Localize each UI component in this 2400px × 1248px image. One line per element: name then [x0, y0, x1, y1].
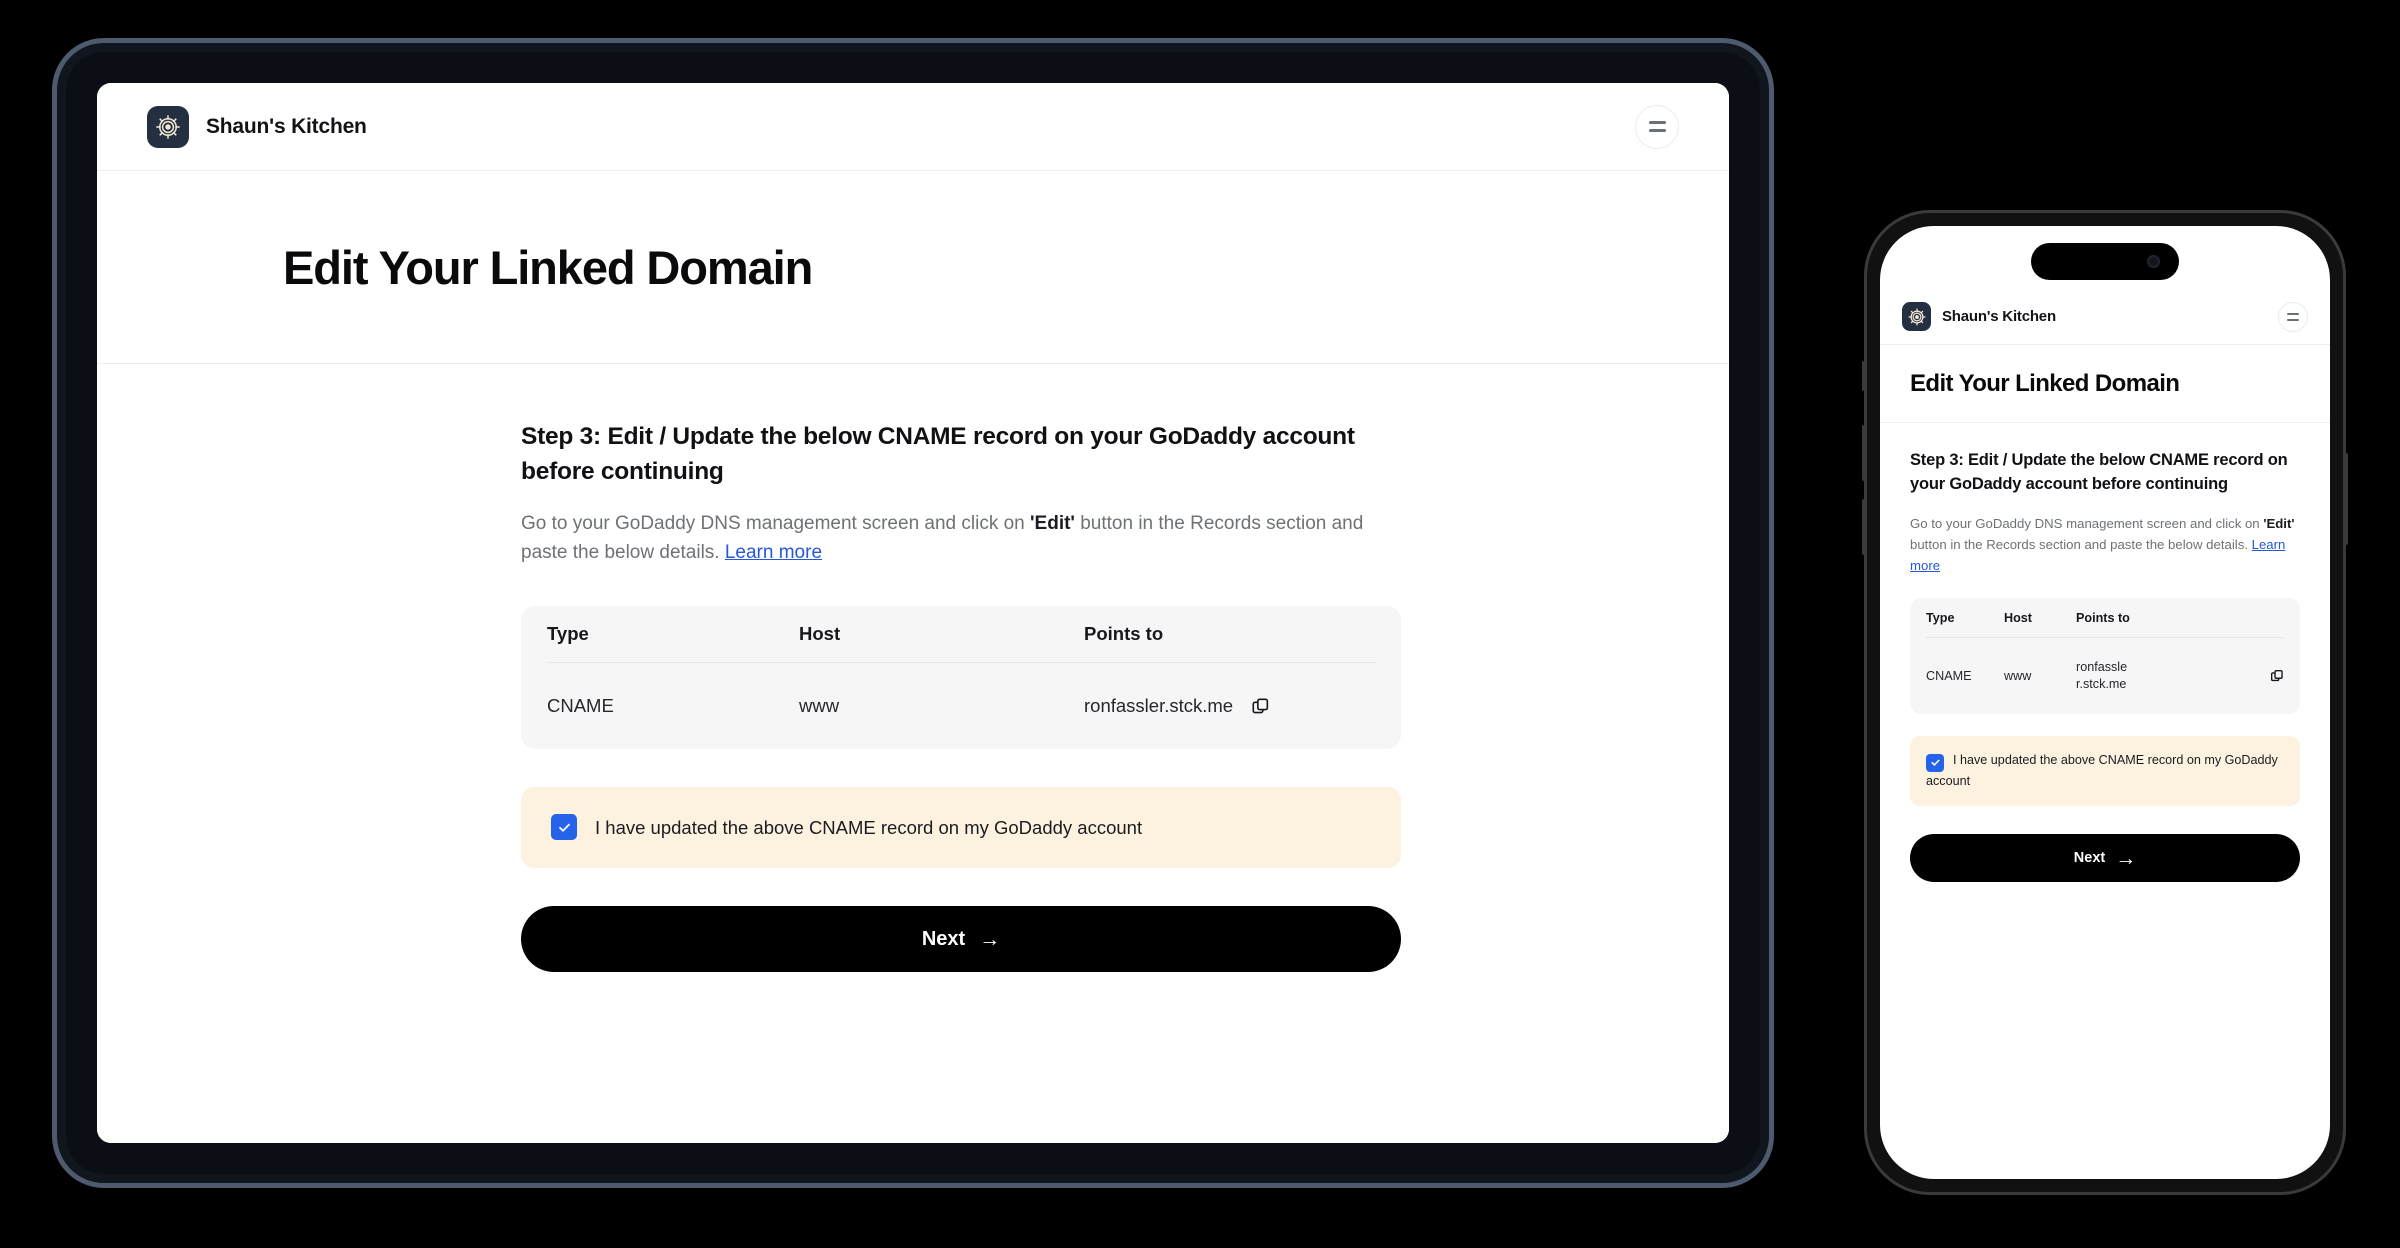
column-header-points-to: Points to — [2076, 610, 2130, 625]
page-title-band: Edit Your Linked Domain — [97, 171, 1729, 364]
phone-step-heading: Step 3: Edit / Update the below CNAME re… — [1910, 451, 2288, 493]
front-camera-icon — [2147, 255, 2160, 268]
phone-brand[interactable]: Shaun's Kitchen — [1902, 302, 2056, 331]
next-button-label: Next — [921, 927, 966, 950]
desc-edit-emphasis: 'Edit' — [1030, 512, 1075, 534]
tablet-main-content: Step 3: Edit / Update the below CNAME re… — [97, 364, 1729, 1143]
page-title: Edit Your Linked Domain — [283, 240, 813, 294]
tablet-device-frame: Shaun's Kitchen Edit Your Linked Domain … — [52, 38, 1774, 1188]
brand[interactable]: Shaun's Kitchen — [147, 105, 367, 148]
cell-type: CNAME — [547, 695, 614, 717]
phone-volume-down-button[interactable] — [1862, 499, 1866, 555]
menu-line — [2287, 312, 2299, 315]
checkmark-icon — [558, 823, 570, 832]
column-header-host: Host — [799, 623, 841, 645]
phone-device-frame: Shaun's Kitchen Edit Your Linked Domain … — [1862, 210, 2348, 1195]
confirm-checkbox[interactable] — [551, 814, 577, 841]
column-header-type: Type — [1926, 610, 1955, 625]
desc-part-2: button in the Records section and paste … — [1910, 536, 2252, 552]
phone-dns-records-table: Type Host Points to CNAME www ronfassler… — [1910, 598, 2300, 715]
hamburger-menu-icon[interactable] — [1635, 104, 1679, 149]
cell-points-to-group: ronfassler.stck.me — [2076, 659, 2284, 694]
next-button[interactable]: Next → — [521, 906, 1401, 973]
desc-part-1: Go to your GoDaddy DNS management screen… — [521, 512, 1031, 534]
learn-more-link[interactable]: Learn more — [725, 542, 822, 563]
menu-line — [1648, 129, 1666, 132]
app-header: Shaun's Kitchen — [97, 83, 1729, 171]
content-column: Step 3: Edit / Update the below CNAME re… — [521, 420, 1401, 1143]
phone-confirm-checkbox[interactable] — [1926, 753, 1944, 772]
phone-confirm-label: I have updated the above CNAME record on… — [1926, 753, 2278, 788]
phone-main-content: Step 3: Edit / Update the below CNAME re… — [1880, 423, 2330, 1179]
cell-points-to: ronfassler.stck.me — [2076, 659, 2128, 692]
dns-records-table: Type Host Points to CNAME www ronfassler… — [521, 606, 1401, 750]
arrow-right-icon: → — [2115, 846, 2137, 870]
step-heading: Step 3: Edit / Update the below CNAME re… — [521, 423, 1355, 485]
phone-table-row: CNAME www ronfassler.stck.me — [1926, 638, 2284, 714]
copy-icon[interactable] — [1251, 697, 1270, 716]
tablet-screen: Shaun's Kitchen Edit Your Linked Domain … — [97, 83, 1729, 1143]
column-header-points-to: Points to — [1084, 623, 1164, 645]
brand-name: Shaun's Kitchen — [206, 114, 367, 138]
arrow-right-icon: → — [979, 927, 1001, 951]
menu-line — [2287, 318, 2299, 321]
checkmark-icon — [1930, 759, 1940, 766]
confirm-label: I have updated the above CNAME record on… — [595, 817, 1143, 839]
phone-page-title: Edit Your Linked Domain — [1910, 369, 2180, 397]
desc-part-1: Go to your GoDaddy DNS management screen… — [1910, 515, 2264, 531]
confirmation-banner: I have updated the above CNAME record on… — [521, 787, 1401, 869]
cell-type: CNAME — [1926, 669, 1972, 684]
ship-wheel-icon — [147, 105, 189, 148]
screenshot-stage: Shaun's Kitchen Edit Your Linked Domain … — [0, 0, 2400, 1248]
phone-app-header: Shaun's Kitchen — [1880, 289, 2330, 345]
cell-host: www — [799, 695, 840, 717]
phone-hamburger-menu-icon[interactable] — [2278, 301, 2308, 332]
table-header-row: Type Host Points to — [547, 606, 1375, 664]
phone-next-button[interactable]: Next → — [1910, 834, 2300, 883]
column-header-host: Host — [2004, 610, 2032, 625]
phone-silence-switch[interactable] — [1862, 361, 1866, 391]
phone-screen: Shaun's Kitchen Edit Your Linked Domain … — [1880, 226, 2330, 1179]
column-header-type: Type — [547, 623, 589, 645]
cell-points-to: ronfassler.stck.me — [1084, 695, 1234, 717]
cell-points-to-group: ronfassler.stck.me — [1084, 695, 1375, 717]
next-button-label: Next — [2073, 850, 2106, 867]
phone-table-header-row: Type Host Points to — [1926, 598, 2284, 639]
phone-page-title-band: Edit Your Linked Domain — [1880, 345, 2330, 423]
cell-host: www — [2004, 669, 2032, 684]
dynamic-island — [2031, 243, 2179, 280]
phone-confirmation-banner: I have updated the above CNAME record on… — [1910, 736, 2300, 807]
phone-volume-up-button[interactable] — [1862, 425, 1866, 481]
phone-step-description: Go to your GoDaddy DNS management screen… — [1910, 513, 2300, 576]
menu-line — [1648, 121, 1666, 124]
table-row: CNAME www ronfassler.stck.me — [547, 663, 1375, 749]
phone-power-button[interactable] — [2344, 453, 2348, 545]
phone-brand-name: Shaun's Kitchen — [1942, 308, 2056, 325]
desc-edit-emphasis: 'Edit' — [2263, 515, 2295, 531]
copy-icon[interactable] — [2270, 669, 2284, 683]
ship-wheel-icon — [1902, 302, 1931, 331]
step-description: Go to your GoDaddy DNS management screen… — [521, 509, 1386, 568]
